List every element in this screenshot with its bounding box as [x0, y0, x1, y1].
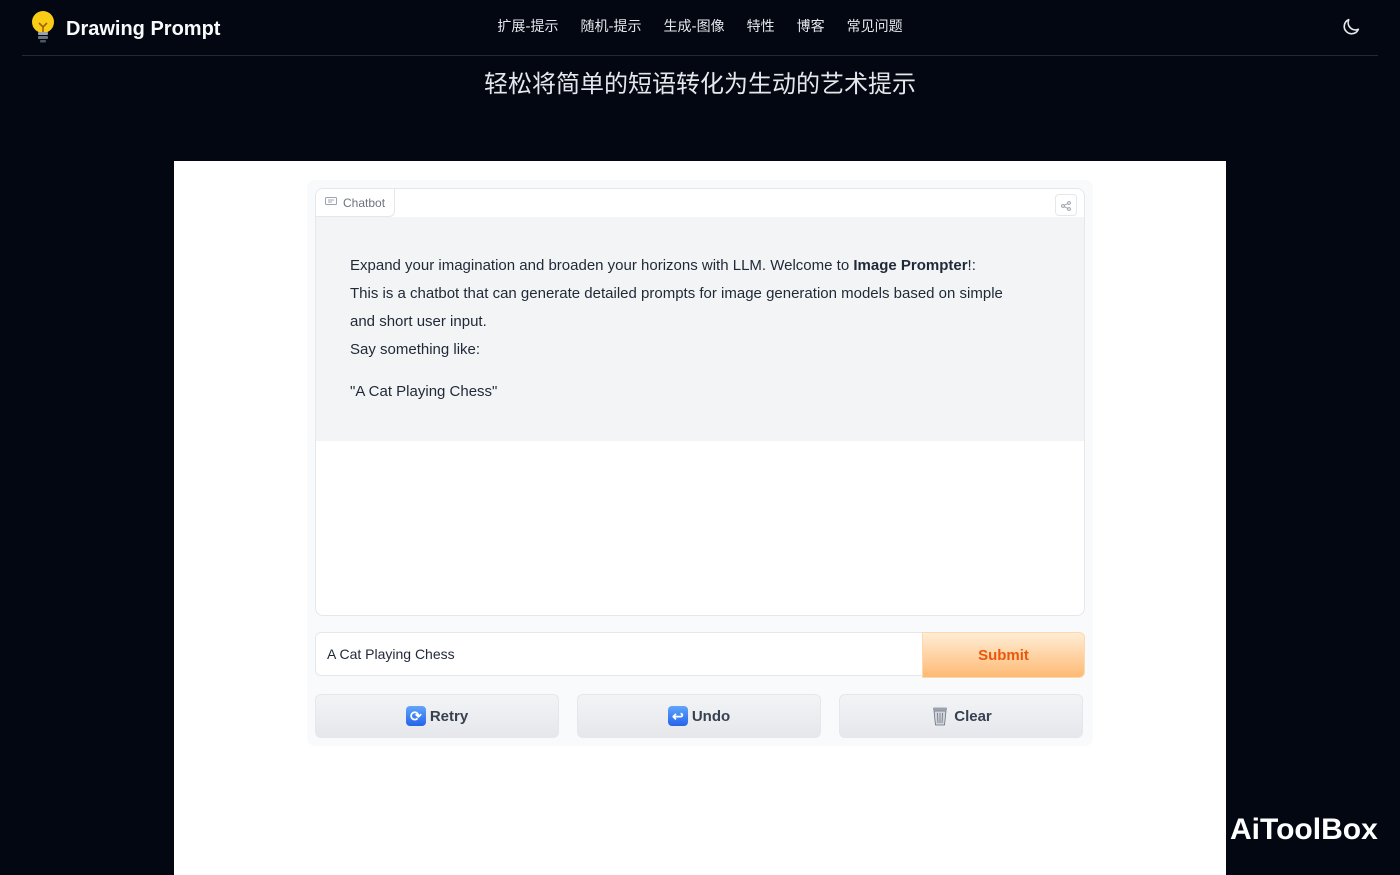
nav-features[interactable]: 特性	[747, 16, 775, 36]
chatbot-panel: Chatbot Expand your imagination and broa…	[315, 188, 1085, 616]
watermark-logo-icon	[1172, 810, 1220, 850]
message-line: Expand your imagination and broaden your…	[350, 252, 1050, 280]
retry-button[interactable]: ⟳ Retry	[315, 694, 559, 738]
message-line: and short user input.	[350, 313, 487, 330]
action-buttons: ⟳ Retry ↩ Undo Clear	[315, 694, 1083, 738]
message-line: This is a chatbot that can generate deta…	[350, 285, 1003, 302]
message-text: Expand your imagination and broaden your…	[350, 257, 854, 274]
message-example: "A Cat Playing Chess"	[350, 383, 498, 400]
gradio-app: Chatbot Expand your imagination and broa…	[307, 180, 1093, 746]
top-navbar: Drawing Prompt 扩展-提示 随机-提示 生成-图像 特性 博客 常…	[22, 0, 1378, 56]
nav-blog[interactable]: 博客	[797, 16, 825, 36]
chatbot-label-text: Chatbot	[343, 195, 386, 210]
share-icon	[1061, 196, 1071, 215]
retry-label: Retry	[429, 707, 469, 725]
trash-icon	[930, 706, 950, 726]
watermark-logo-dot	[1199, 827, 1205, 833]
moon-icon[interactable]	[1340, 16, 1362, 38]
watermark-text: AiToolBox	[1230, 813, 1378, 846]
main-nav: 扩展-提示 随机-提示 生成-图像 特性 博客 常见问题	[22, 16, 1378, 36]
retry-icon: ⟳	[405, 706, 426, 726]
nav-random-prompt[interactable]: 随机-提示	[580, 16, 641, 36]
clear-button[interactable]: Clear	[839, 694, 1083, 738]
message-line: Say something like:	[350, 341, 481, 358]
clear-label: Clear	[954, 707, 992, 725]
chatbot-label: Chatbot	[316, 189, 396, 217]
nav-generate-image[interactable]: 生成-图像	[664, 16, 725, 36]
watermark-logo-dot	[1187, 827, 1193, 833]
nav-expand-prompt[interactable]: 扩展-提示	[497, 16, 558, 36]
undo-button[interactable]: ↩ Undo	[577, 694, 821, 738]
bot-message: Expand your imagination and broaden your…	[316, 217, 1084, 441]
page-subtitle: 轻松将简单的短语转化为生动的艺术提示	[484, 70, 916, 98]
app-frame: Chatbot Expand your imagination and broa…	[174, 161, 1226, 875]
undo-icon: ↩	[667, 706, 688, 726]
watermark: AiToolBox	[1172, 810, 1378, 850]
input-row: Submit	[315, 632, 1085, 678]
message-bold-text: Image Prompter	[853, 257, 968, 274]
nav-faq[interactable]: 常见问题	[847, 16, 903, 36]
prompt-input[interactable]	[315, 632, 922, 676]
share-button[interactable]	[1055, 194, 1077, 216]
message-text: !:	[967, 257, 976, 274]
chat-icon	[325, 196, 337, 210]
submit-button[interactable]: Submit	[922, 632, 1085, 678]
undo-label: Undo	[691, 707, 731, 725]
